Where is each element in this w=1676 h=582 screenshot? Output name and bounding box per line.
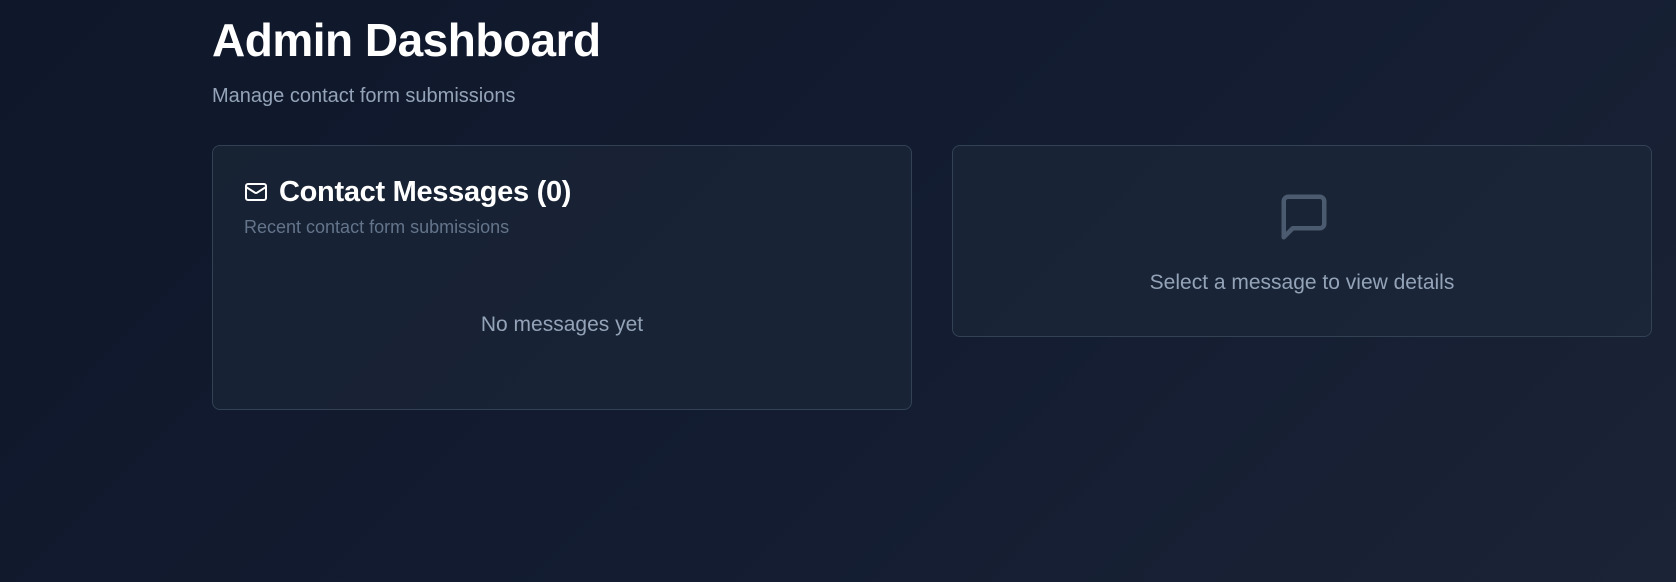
contact-messages-card: Contact Messages (0) Recent contact form… [212, 145, 912, 410]
card-title: Contact Messages (0) [279, 176, 572, 208]
page-title: Admin Dashboard [212, 14, 601, 66]
page-header: Admin Dashboard Manage contact form subm… [212, 12, 601, 108]
mail-icon [244, 180, 268, 204]
message-square-icon [1281, 194, 1327, 240]
page-subtitle: Manage contact form submissions [212, 85, 516, 107]
card-description: Recent contact form submissions [244, 217, 510, 237]
card-header: Contact Messages (0) [244, 174, 571, 210]
message-details-card: Select a message to view details [952, 145, 1652, 337]
empty-state-text: No messages yet [480, 313, 644, 336]
details-placeholder-text: Select a message to view details [1149, 271, 1455, 294]
